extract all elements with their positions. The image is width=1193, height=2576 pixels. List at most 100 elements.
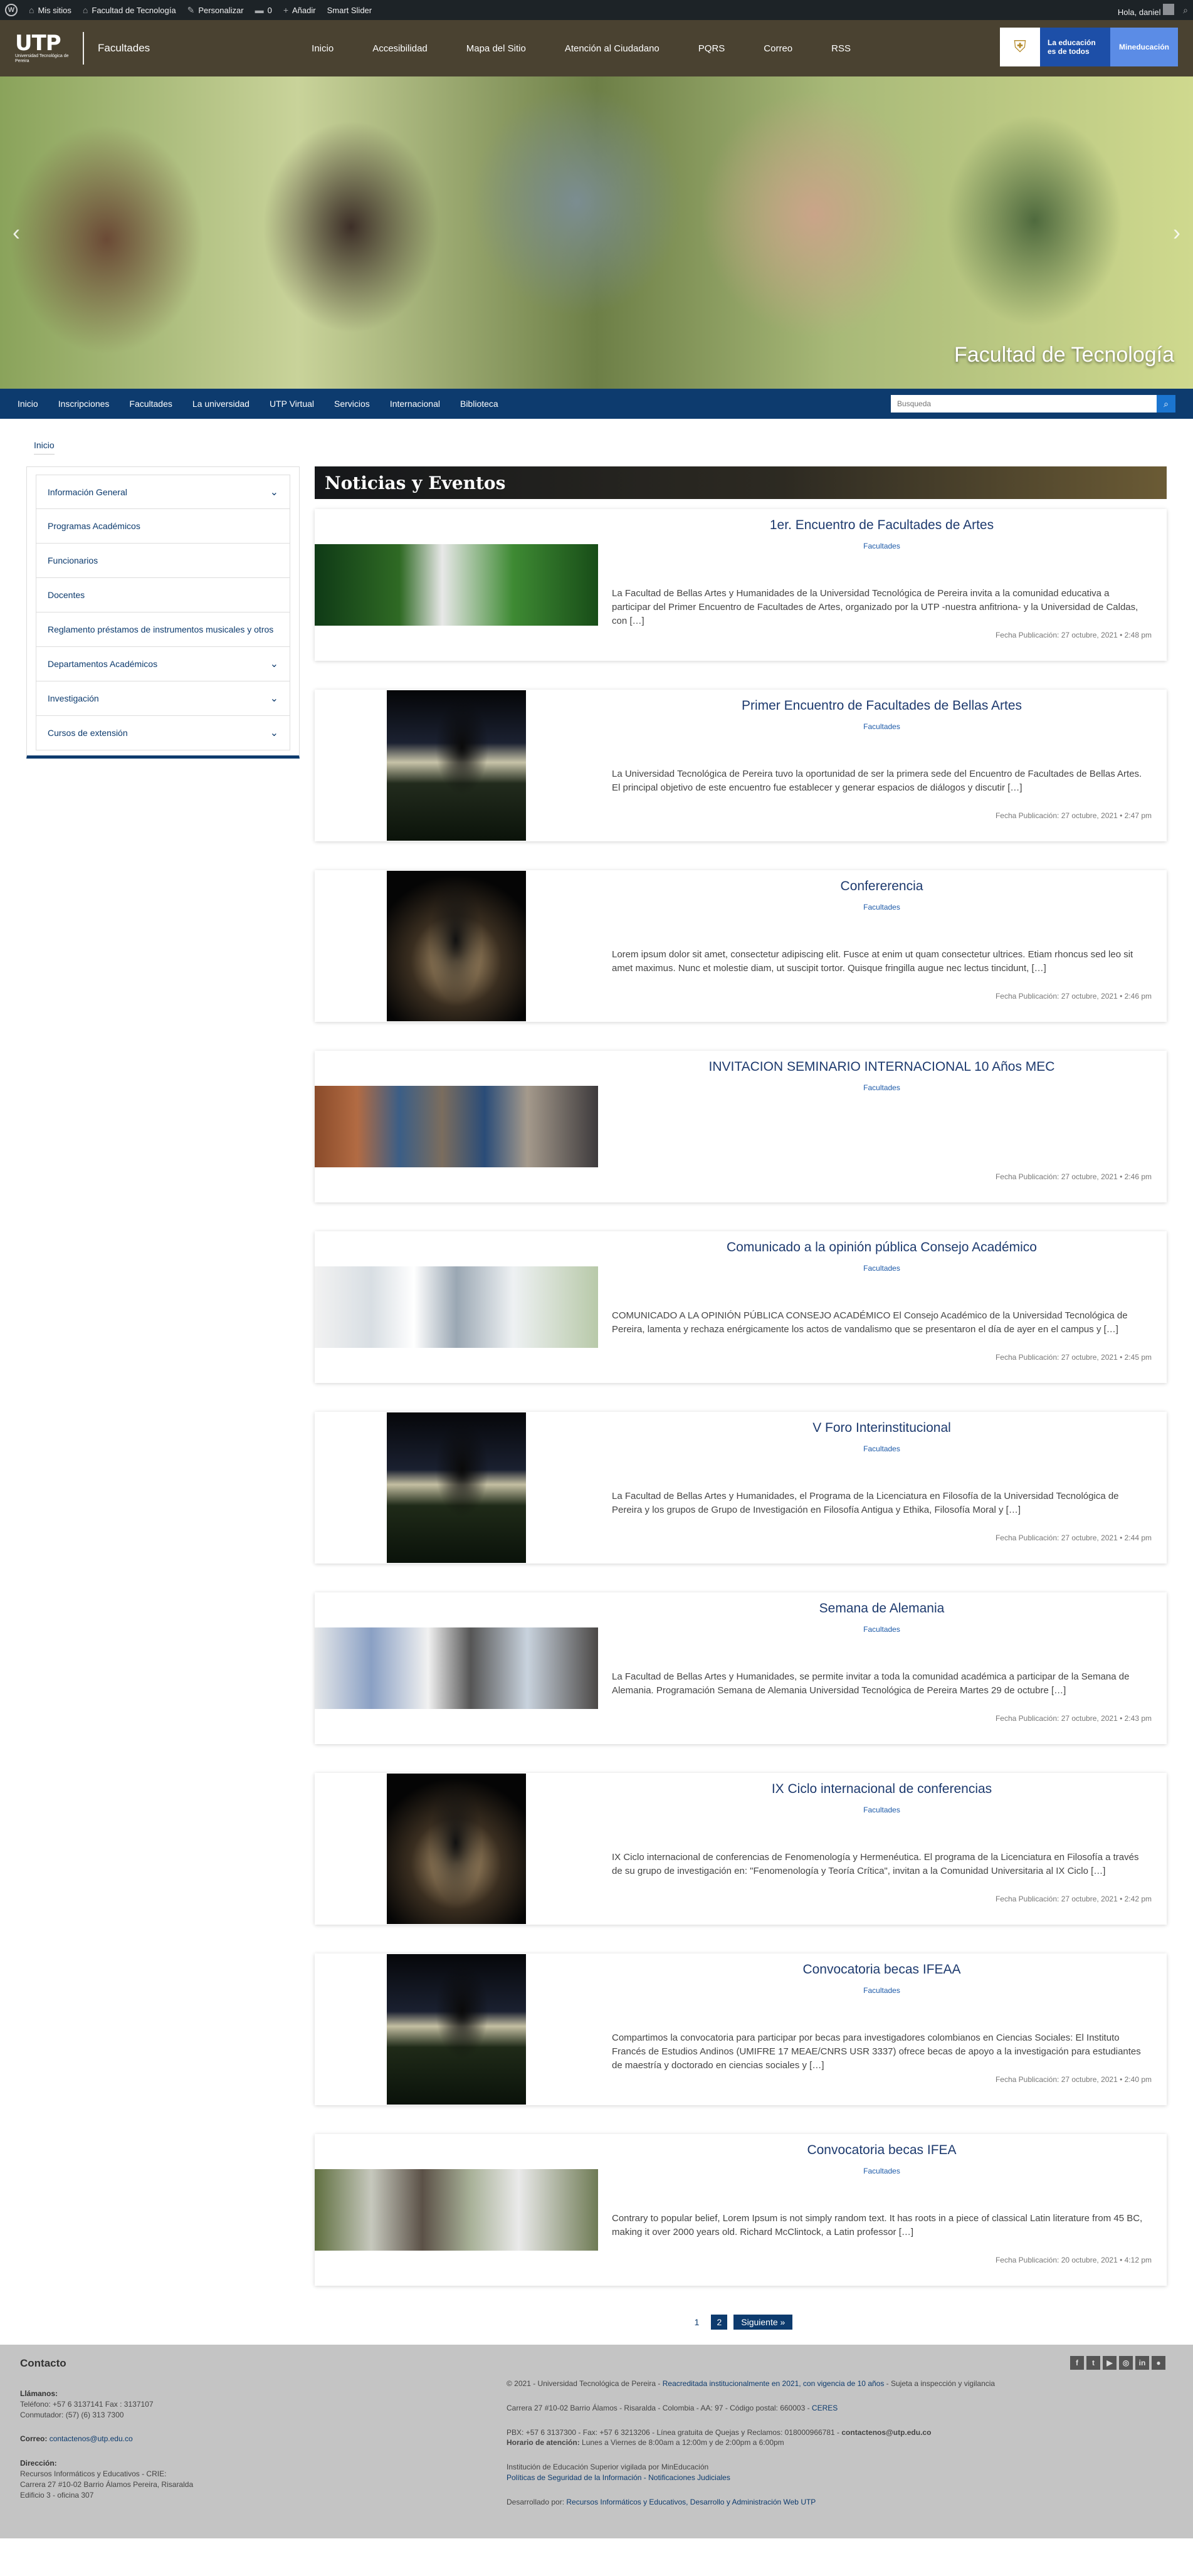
news-category[interactable]: Facultades	[612, 542, 1152, 550]
sidebar-item-departamentos[interactable]: Departamentos Académicos ⌄	[36, 647, 290, 681]
secnav-facultades[interactable]: Facultades	[129, 399, 172, 409]
news-image[interactable]	[387, 1954, 526, 2105]
secnav-inicio[interactable]: Inicio	[18, 399, 38, 409]
sidebar-item-docentes[interactable]: Docentes	[36, 578, 290, 612]
news-category[interactable]: Facultades	[612, 1444, 1152, 1453]
next-page-button[interactable]: Siguiente »	[733, 2315, 793, 2330]
twitter-icon[interactable]: t	[1086, 2356, 1100, 2370]
smart-slider-link[interactable]: Smart Slider	[327, 0, 372, 20]
gov-banner[interactable]: ⛨ La educación es de todos Mineducación	[1000, 28, 1178, 66]
comments-link[interactable]: ▬ 0	[255, 0, 272, 20]
news-item[interactable]: V Foro Interinstitucional Facultades La Fa…	[315, 1412, 1167, 1564]
search-input[interactable]	[891, 395, 1157, 413]
topnav-correo[interactable]: Correo	[764, 43, 792, 54]
policies-link[interactable]: Políticas de Seguridad de la Información…	[507, 2473, 1165, 2483]
news-title[interactable]: Convocatoria becas IFEA	[612, 2143, 1152, 2158]
add-new-menu[interactable]: + Añadir	[283, 0, 316, 20]
news-image[interactable]	[387, 1412, 526, 1563]
news-title[interactable]: Comunicado a la opinión pública Consejo …	[612, 1240, 1152, 1255]
ceres-link[interactable]: CERES	[812, 2404, 838, 2412]
news-title[interactable]: 1er. Encuentro de Facultades de Artes	[612, 518, 1152, 533]
slider-prev-icon[interactable]: ‹	[13, 219, 20, 246]
news-category[interactable]: Facultades	[612, 722, 1152, 731]
chevron-down-icon[interactable]: ⌄	[270, 486, 278, 498]
site-name-menu[interactable]: ⌂ Facultad de Tecnología	[83, 0, 176, 20]
news-category[interactable]: Facultades	[612, 1986, 1152, 1995]
secnav-inscripciones[interactable]: Inscripciones	[58, 399, 110, 409]
breadcrumb-home[interactable]: Inicio	[34, 440, 55, 455]
youtube-icon[interactable]: ▶	[1103, 2356, 1117, 2370]
sidebar-item-programas[interactable]: Programas Académicos	[36, 509, 290, 544]
linkedin-icon[interactable]: in	[1135, 2356, 1149, 2370]
news-item[interactable]: Comunicado a la opinión pública Consejo …	[315, 1231, 1167, 1383]
topnav-inicio[interactable]: Inicio	[312, 43, 334, 54]
topnav-mapa-sitio[interactable]: Mapa del Sitio	[466, 43, 526, 54]
news-item[interactable]: 1er. Encuentro de Facultades de Artes Fac…	[315, 509, 1167, 661]
news-image[interactable]	[315, 1266, 598, 1348]
instagram-icon[interactable]: ◎	[1119, 2356, 1133, 2370]
topnav-pqrs[interactable]: PQRS	[698, 43, 725, 54]
slider-next-icon[interactable]: ›	[1173, 219, 1180, 246]
chevron-down-icon[interactable]: ⌄	[270, 727, 278, 739]
secnav-servicios[interactable]: Servicios	[334, 399, 370, 409]
page-1-link[interactable]: 1	[689, 2315, 705, 2330]
my-sites-menu[interactable]: ⌂ Mis sitios	[29, 0, 71, 20]
news-image[interactable]	[387, 1774, 526, 1924]
news-image[interactable]	[315, 1086, 598, 1167]
news-image-wrap	[315, 1231, 598, 1383]
news-item[interactable]: Confererencia Facultades Lorem ipsum dolor…	[315, 870, 1167, 1022]
utp-logo[interactable]: UTP Universidad Tecnológica de Pereira	[15, 33, 71, 63]
sidebar-item-investigacion[interactable]: Investigación ⌄	[36, 681, 290, 716]
user-account-menu[interactable]: Hola, daniel	[1118, 3, 1175, 17]
search-icon[interactable]: ⌕	[1183, 5, 1188, 16]
news-category[interactable]: Facultades	[612, 1264, 1152, 1273]
news-category[interactable]: Facultades	[612, 1083, 1152, 1092]
news-title[interactable]: Convocatoria becas IFEAA	[612, 1962, 1152, 1977]
news-image[interactable]	[315, 2169, 598, 2251]
news-title[interactable]: IX Ciclo internacional de conferencias	[612, 1782, 1152, 1797]
sidebar-item-reglamento[interactable]: Reglamento préstamos de instrumentos mus…	[36, 612, 290, 647]
news-title[interactable]: Semana de Alemania	[612, 1601, 1152, 1616]
sidebar-item-informacion-general[interactable]: Información General ⌄	[36, 475, 290, 509]
topnav-atencion-ciudadano[interactable]: Atención al Ciudadano	[565, 43, 660, 54]
news-title[interactable]: Primer Encuentro de Facultades de Bellas…	[612, 698, 1152, 713]
news-title[interactable]: Confererencia	[612, 879, 1152, 894]
news-category[interactable]: Facultades	[612, 903, 1152, 912]
secnav-la-universidad[interactable]: La universidad	[192, 399, 250, 409]
news-category[interactable]: Facultades	[612, 1625, 1152, 1634]
topnav-rss[interactable]: RSS	[831, 43, 851, 54]
site-title[interactable]: Facultades	[98, 42, 150, 55]
news-item[interactable]: Convocatoria becas IFEA Facultades Contrar…	[315, 2134, 1167, 2286]
news-image[interactable]	[387, 871, 526, 1021]
secnav-biblioteca[interactable]: Biblioteca	[460, 399, 498, 409]
sidebar-item-funcionarios[interactable]: Funcionarios	[36, 544, 290, 578]
search-button[interactable]: ⌕	[1157, 395, 1175, 413]
news-item[interactable]: Convocatoria becas IFEAA Facultades Compar…	[315, 1953, 1167, 2105]
news-image[interactable]	[387, 690, 526, 841]
news-category[interactable]: Facultades	[612, 1806, 1152, 1814]
mail-link[interactable]: contactenos@utp.edu.co	[50, 2434, 133, 2443]
facebook-icon[interactable]: f	[1070, 2356, 1084, 2370]
sidebar-item-cursos[interactable]: Cursos de extensión ⌄	[36, 716, 290, 750]
news-item[interactable]: INVITACION SEMINARIO INTERNACIONAL 10 Añ…	[315, 1051, 1167, 1202]
secnav-utp-virtual[interactable]: UTP Virtual	[270, 399, 314, 409]
chevron-down-icon[interactable]: ⌄	[270, 658, 278, 670]
news-image[interactable]	[315, 1627, 598, 1709]
news-item[interactable]: Semana de Alemania Facultades La Facultad …	[315, 1592, 1167, 1744]
news-image[interactable]	[315, 544, 598, 626]
chevron-down-icon[interactable]: ⌄	[270, 692, 278, 705]
flickr-icon[interactable]: ●	[1152, 2356, 1165, 2370]
news-item[interactable]: IX Ciclo internacional de conferencias Fa…	[315, 1773, 1167, 1925]
news-title[interactable]: INVITACION SEMINARIO INTERNACIONAL 10 Añ…	[612, 1059, 1152, 1075]
news-title[interactable]: V Foro Interinstitucional	[612, 1421, 1152, 1436]
news-item[interactable]: Primer Encuentro de Facultades de Bellas…	[315, 690, 1167, 841]
topnav-accesibilidad[interactable]: Accesibilidad	[372, 43, 428, 54]
wp-logo-menu[interactable]: W	[5, 0, 18, 20]
contact-mail-link[interactable]: contactenos@utp.edu.co	[841, 2428, 931, 2437]
secnav-internacional[interactable]: Internacional	[390, 399, 440, 409]
customize-link[interactable]: ✎ Personalizar	[187, 0, 244, 20]
accreditation-link[interactable]: Reacreditada institucionalmente en 2021,…	[663, 2379, 885, 2388]
developer-link[interactable]: Recursos Informáticos y Educativos, Desa…	[566, 2498, 816, 2506]
news-category[interactable]: Facultades	[612, 2167, 1152, 2175]
page-2-current[interactable]: 2	[711, 2315, 728, 2330]
